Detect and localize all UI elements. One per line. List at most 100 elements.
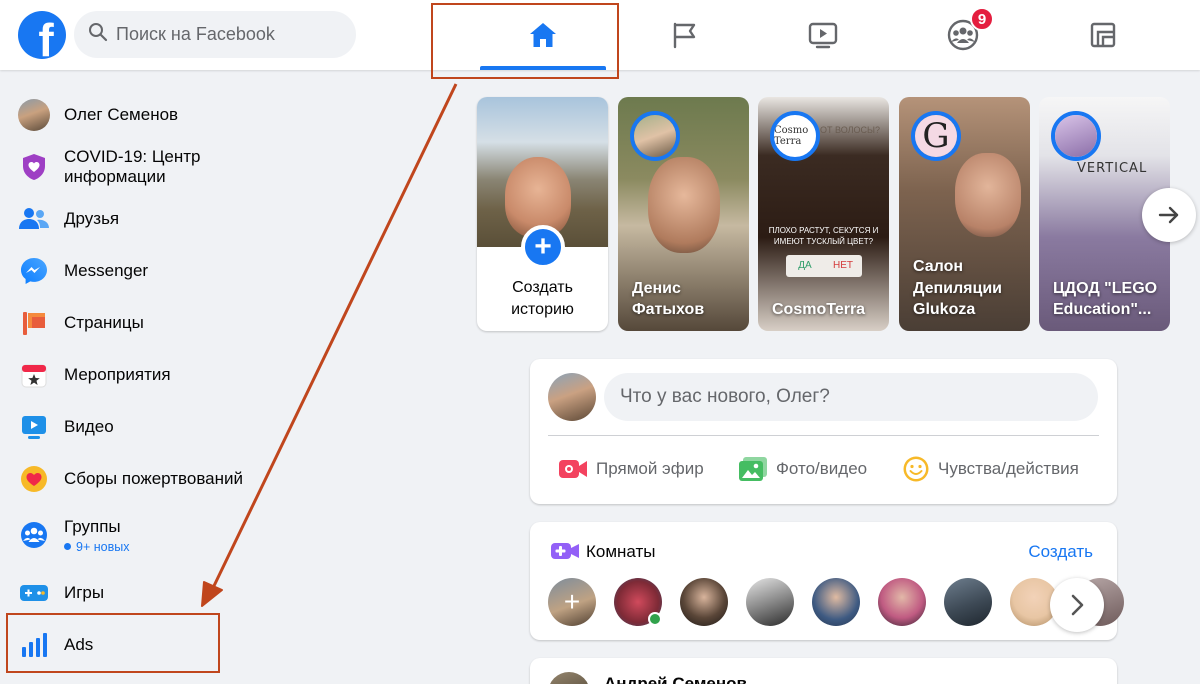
rooms-title: Комнаты <box>586 542 656 561</box>
groups-notification-badge: 9 <box>970 7 994 31</box>
plus-icon: + <box>563 586 581 617</box>
tab-watch[interactable] <box>760 0 886 70</box>
create-room-avatar[interactable]: + <box>548 578 596 626</box>
user-avatar <box>16 97 52 133</box>
cosmoterra-logo: Cosmo Terra <box>774 125 809 147</box>
poll-no: НЕТ <box>833 260 853 271</box>
sidebar-item-label: Messenger <box>64 261 149 280</box>
fundraiser-heart-icon <box>16 461 52 497</box>
search-icon <box>88 22 108 47</box>
action-label: Фото/видео <box>776 459 868 478</box>
story-author-name: Салон Депиляции Glukoza <box>913 258 1002 319</box>
story-create[interactable]: + Создать историю <box>477 97 608 331</box>
post-composer: Прямой эфир Фото/видео Чувства/действия <box>530 359 1117 504</box>
tab-pages[interactable] <box>622 0 748 70</box>
facebook-logo-icon[interactable]: f <box>18 11 66 59</box>
poll-yes: ДА <box>798 260 812 271</box>
sidebar-item-events[interactable]: Мероприятия <box>8 349 298 401</box>
stories-next-button[interactable] <box>1142 188 1196 242</box>
sidebar-item-label: Игры <box>64 583 105 602</box>
user-avatar[interactable] <box>548 373 596 421</box>
active-tab-indicator <box>480 66 606 70</box>
search-box[interactable] <box>74 11 356 58</box>
chevron-right-icon <box>1071 594 1084 616</box>
groups-new-label: 9+ новых <box>76 539 130 554</box>
room-friend-avatar[interactable] <box>680 578 728 626</box>
sidebar-item-label: COVID-19: Центр информации <box>64 147 201 186</box>
live-video-button[interactable]: Прямой эфир <box>558 447 704 491</box>
messenger-icon <box>16 253 52 289</box>
rooms-video-icon <box>550 540 580 567</box>
story-author-name: CosmoTerra <box>772 301 866 319</box>
home-icon <box>530 23 556 47</box>
sidebar-item-video[interactable]: Видео <box>8 401 298 453</box>
photo-video-button[interactable]: Фото/видео <box>738 447 867 491</box>
online-indicator <box>648 612 662 626</box>
sidebar-item-fundraisers[interactable]: Сборы пожертвований <box>8 453 298 505</box>
top-bar: f 9 <box>0 0 1200 70</box>
story-card[interactable]: G Салон Депиляции Glukoza <box>899 97 1030 331</box>
story-author-avatar <box>1051 111 1101 161</box>
room-friend-avatar[interactable] <box>812 578 860 626</box>
post-author-avatar[interactable] <box>548 672 590 684</box>
sidebar-item-groups[interactable]: Группы 9+ новых <box>8 505 298 565</box>
story-person-image <box>648 157 720 253</box>
post-author-name[interactable]: Андрей Семенов <box>604 674 747 684</box>
pages-flag-icon <box>673 22 696 49</box>
story-poll: ДА НЕТ <box>786 255 862 277</box>
sidebar-item-label: Олег Семенов <box>64 105 179 124</box>
glukoza-logo: G <box>915 115 957 157</box>
rooms-next-button[interactable] <box>1050 578 1104 632</box>
video-play-icon <box>16 409 52 445</box>
action-label: Прямой эфир <box>596 459 704 478</box>
pages-flag-icon <box>16 305 52 341</box>
create-room-link[interactable]: Создать <box>1028 542 1093 562</box>
story-author-avatar <box>630 111 680 161</box>
friends-icon <box>16 201 52 237</box>
sidebar-item-ads[interactable]: Ads <box>8 619 298 671</box>
sidebar-item-profile[interactable]: Олег Семенов <box>8 89 298 141</box>
groups-icon <box>16 517 52 553</box>
watch-video-icon <box>808 22 838 49</box>
feeling-smile-icon <box>902 455 930 483</box>
feeling-activity-button[interactable]: Чувства/действия <box>902 447 1079 491</box>
sidebar-item-label: Сборы пожертвований <box>64 469 243 488</box>
sidebar-item-friends[interactable]: Друзья <box>8 193 298 245</box>
vertical-brand-text: VERTICAL <box>1077 161 1148 176</box>
story-card[interactable]: Денис Фатыхов <box>618 97 749 331</box>
tab-groups[interactable] <box>900 0 1026 70</box>
tab-gaming[interactable] <box>1040 0 1166 70</box>
sidebar-item-label: Страницы <box>64 313 144 332</box>
story-author-avatar: Cosmo Terra <box>770 111 820 161</box>
sidebar-item-label: Мероприятия <box>64 365 171 384</box>
add-story-plus-icon[interactable]: + <box>521 225 565 269</box>
arrow-right-icon <box>1158 206 1179 224</box>
room-friend-avatar[interactable] <box>944 578 992 626</box>
story-card[interactable]: Cosmo Terra ОТ ВОЛОСЫ? ПЛОХО РАСТУТ, СЕК… <box>758 97 889 331</box>
gaming-icon <box>1090 22 1116 48</box>
rooms-card: Комнаты Создать + <box>530 522 1124 640</box>
tab-home[interactable] <box>480 0 606 70</box>
sidebar-item-games[interactable]: Игры <box>8 567 298 619</box>
sidebar-item-pages[interactable]: Страницы <box>8 297 298 349</box>
sidebar-item-label: Ads <box>64 635 94 654</box>
action-label: Чувства/действия <box>938 459 1079 478</box>
room-friend-avatar[interactable] <box>878 578 926 626</box>
groups-new-count: 9+ новых <box>64 540 129 554</box>
sidebar-item-covid[interactable]: COVID-19: Центр информации <box>8 141 298 193</box>
search-input[interactable] <box>116 24 336 45</box>
story-overlay-question: ПЛОХО РАСТУТ, СЕКУТСЯ И ИМЕЮТ ТУСКЛЫЙ ЦВ… <box>768 226 879 247</box>
create-story-label: Создать историю <box>511 279 574 319</box>
photo-icon <box>738 456 768 482</box>
sidebar-item-messenger[interactable]: Messenger <box>8 245 298 297</box>
events-calendar-icon <box>16 357 52 393</box>
ads-bar-chart-icon <box>16 627 52 663</box>
room-friend-avatar[interactable] <box>746 578 794 626</box>
story-author-avatar: G <box>911 111 961 161</box>
whats-new-input[interactable] <box>604 373 1098 421</box>
feed-post: Андрей Семенов <box>530 658 1117 684</box>
story-person-image <box>955 153 1021 237</box>
story-author-name: ЦДОД "LEGO Education"... <box>1053 279 1158 319</box>
sidebar-item-label: Друзья <box>64 209 120 228</box>
sidebar-item-label: Группы <box>64 516 121 536</box>
